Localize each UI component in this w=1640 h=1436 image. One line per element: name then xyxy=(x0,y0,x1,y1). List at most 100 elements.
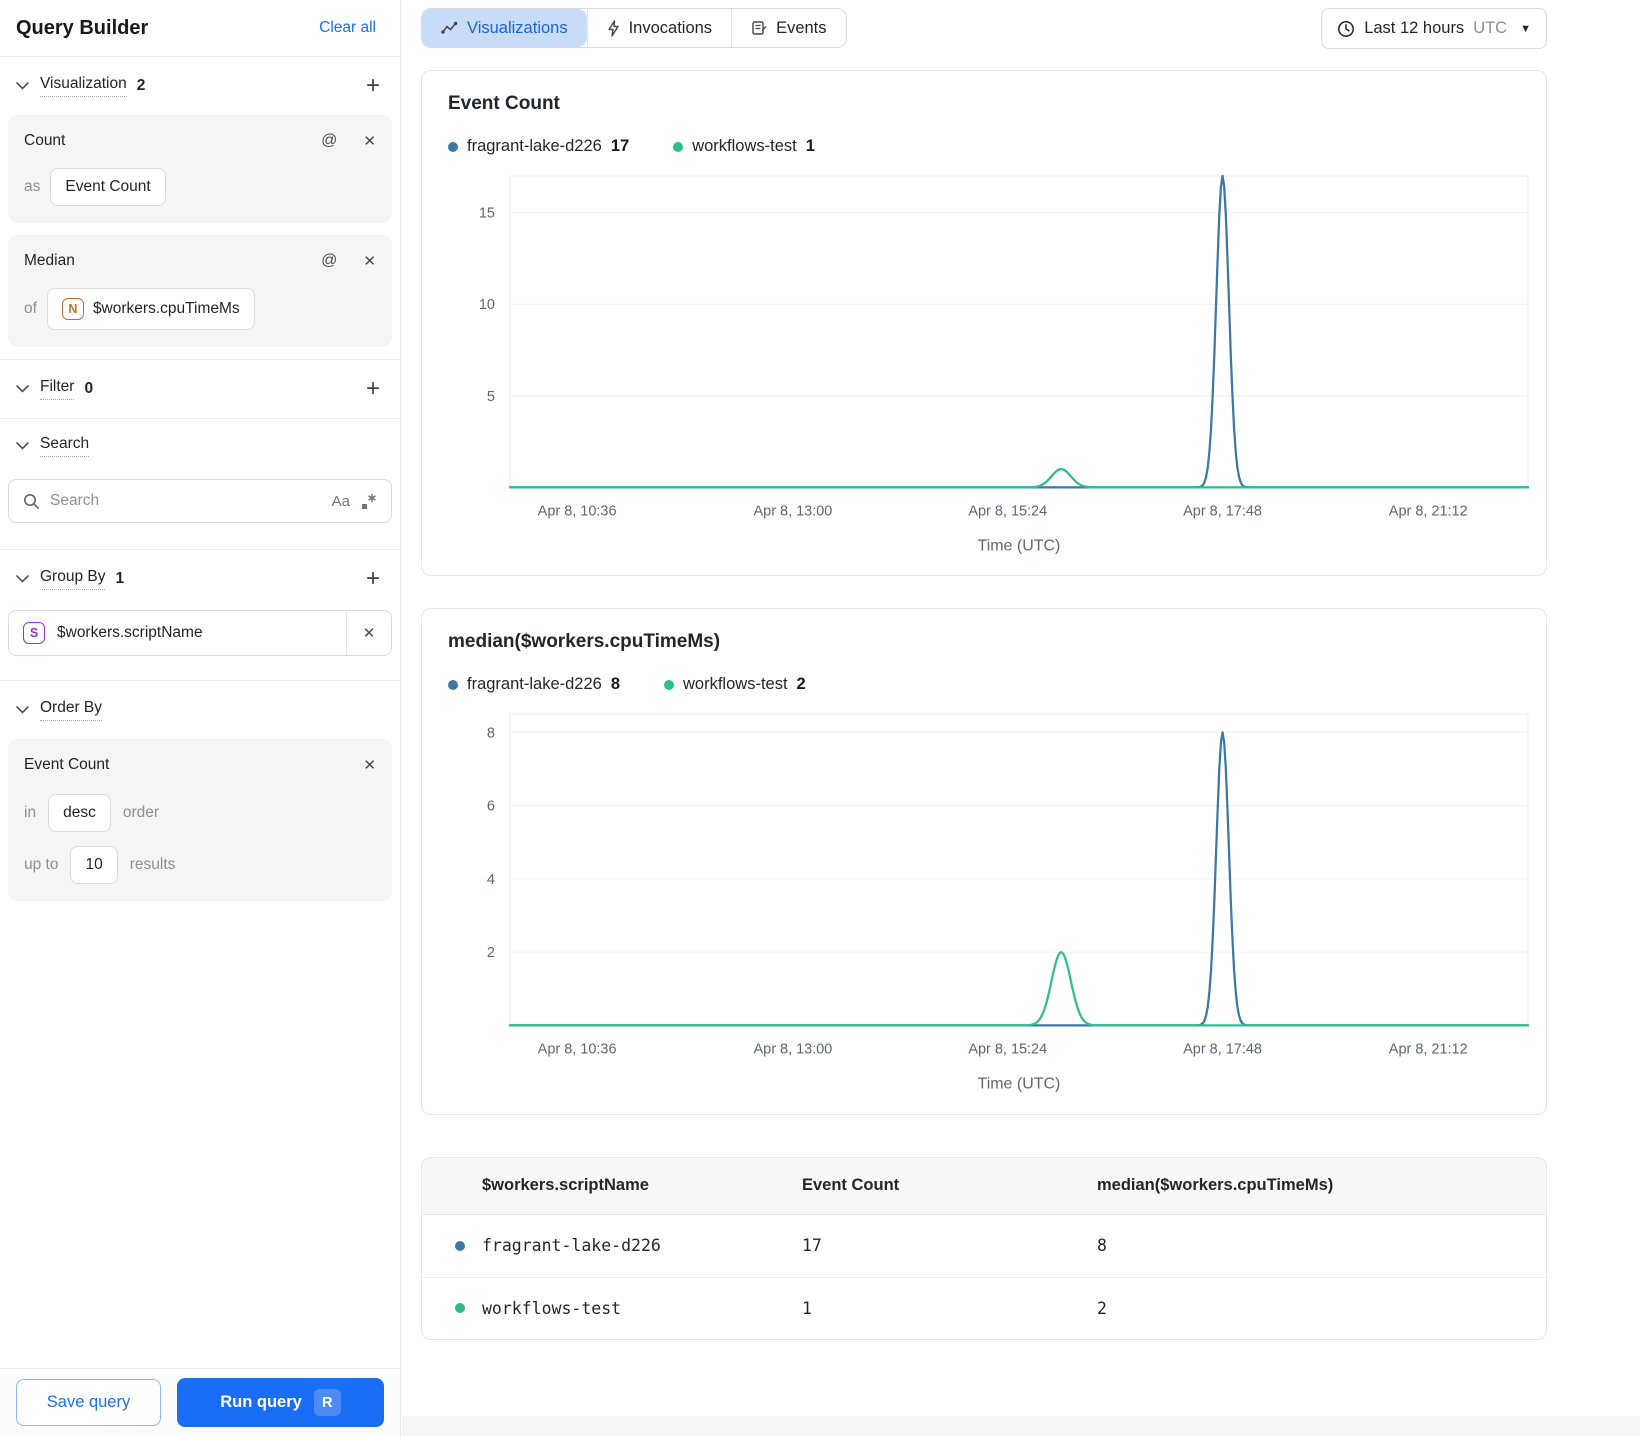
group-by-item[interactable]: S $workers.scriptName ✕ xyxy=(8,610,392,656)
of-label: of xyxy=(24,300,37,317)
alias-icon[interactable]: @ xyxy=(321,253,337,269)
remove-group-by-icon[interactable]: ✕ xyxy=(346,611,391,655)
results-table-body: fragrant-lake-d226 17 8 workflows-test 1 2 xyxy=(422,1215,1546,1339)
sidebar-footer: Save query Run query R xyxy=(0,1368,400,1436)
close-icon[interactable]: ✕ xyxy=(363,254,376,269)
section-order-by: Order By xyxy=(0,681,400,739)
order-by-card: Event Count ✕ in desc order up to 10 res… xyxy=(8,739,392,901)
svg-text:Apr 8, 21:12: Apr 8, 21:12 xyxy=(1389,1042,1468,1058)
svg-text:10: 10 xyxy=(479,297,495,313)
svg-text:Apr 8, 10:36: Apr 8, 10:36 xyxy=(538,503,617,519)
sidebar-header: Query Builder Clear all xyxy=(0,0,400,57)
regex-icon[interactable] xyxy=(360,493,377,510)
table-cell: workflows-test xyxy=(455,1299,802,1318)
as-label: as xyxy=(24,178,41,195)
section-label: Order By xyxy=(40,699,103,721)
page-background-strip xyxy=(402,1416,1640,1436)
svg-text:15: 15 xyxy=(479,206,495,222)
table-cell: 8 xyxy=(1097,1236,1546,1255)
string-type-icon: S xyxy=(23,622,45,644)
time-zone: UTC xyxy=(1473,19,1508,37)
series-dot xyxy=(455,1303,465,1314)
clear-all-button[interactable]: Clear all xyxy=(319,19,376,37)
column-header-script-name[interactable]: $workers.scriptName xyxy=(455,1176,802,1195)
field-select-button[interactable]: N $workers.cpuTimeMs xyxy=(46,288,255,330)
svg-text:Apr 8, 10:36: Apr 8, 10:36 xyxy=(538,1042,617,1058)
alias-icon[interactable]: @ xyxy=(321,133,337,149)
metric-value: 1 xyxy=(802,1298,812,1318)
line-chart[interactable]: 5 10 15 Apr 8, 10:36 Apr 8, 13:00 Apr 8, 15:2… xyxy=(448,164,1530,557)
close-icon[interactable]: ✕ xyxy=(363,134,376,149)
metric-value: 17 xyxy=(802,1236,822,1256)
svg-text:8: 8 xyxy=(487,726,495,742)
svg-text:Apr 8, 15:24: Apr 8, 15:24 xyxy=(968,503,1047,519)
tab-invocations[interactable]: Invocations xyxy=(586,9,732,47)
query-builder-panel: Query Builder Clear all Visualization 2 … xyxy=(0,0,401,1436)
chevron-down-icon[interactable] xyxy=(16,79,30,93)
chevron-down-icon[interactable] xyxy=(16,703,30,717)
alias-value: Event Count xyxy=(65,178,151,195)
column-header-event-count[interactable]: Event Count xyxy=(802,1176,1097,1195)
add-visualization-button[interactable]: + xyxy=(366,74,380,98)
column-header-median-cputime[interactable]: median($workers.cpuTimeMs) xyxy=(1097,1176,1546,1195)
svg-text:Apr 8, 15:24: Apr 8, 15:24 xyxy=(968,1042,1047,1058)
tab-label: Visualizations xyxy=(467,18,568,37)
legend-item[interactable]: workflows-test 1 xyxy=(673,137,815,156)
match-case-icon[interactable]: Aa xyxy=(332,493,350,510)
tab-events[interactable]: Events xyxy=(731,9,846,47)
section-label: Group By xyxy=(40,568,106,590)
section-count: 0 xyxy=(84,380,94,397)
section-label: Visualization xyxy=(40,75,127,97)
section-visualization: Visualization 2 + xyxy=(0,57,400,115)
legend-item[interactable]: workflows-test 2 xyxy=(664,675,806,694)
table-row[interactable]: workflows-test 1 2 xyxy=(422,1276,1546,1339)
legend-value: 2 xyxy=(796,675,806,694)
svg-text:Apr 8, 13:00: Apr 8, 13:00 xyxy=(754,1042,833,1058)
panel-title: Query Builder xyxy=(16,16,149,39)
section-group-by: Group By 1 + xyxy=(0,550,400,608)
close-icon[interactable]: ✕ xyxy=(363,758,376,773)
run-query-label: Run query xyxy=(220,1393,302,1411)
alias-value-button[interactable]: Event Count xyxy=(50,168,166,206)
chart-title: median($workers.cpuTimeMs) xyxy=(448,631,721,653)
group-by-field: $workers.scriptName xyxy=(57,624,203,641)
aggregation-name: Count xyxy=(24,132,66,149)
run-query-button[interactable]: Run query R xyxy=(177,1378,384,1427)
legend-label: workflows-test xyxy=(683,675,788,694)
field-name: $workers.cpuTimeMs xyxy=(92,300,240,317)
chart-title: Event Count xyxy=(448,93,560,114)
time-range-select[interactable]: Last 12 hours UTC ▼ xyxy=(1321,8,1547,49)
in-label: in xyxy=(24,804,37,821)
add-group-by-button[interactable]: + xyxy=(366,567,380,591)
chevron-down-icon[interactable] xyxy=(16,572,30,586)
legend-value: 1 xyxy=(805,137,815,155)
legend-item[interactable]: fragrant-lake-d226 8 xyxy=(448,675,620,694)
clock-icon xyxy=(1337,20,1355,38)
sort-direction-select[interactable]: desc xyxy=(48,794,111,832)
section-count: 2 xyxy=(136,77,146,94)
add-filter-button[interactable]: + xyxy=(366,377,380,401)
legend-value: 8 xyxy=(610,675,621,694)
result-limit-input[interactable]: 10 xyxy=(70,846,118,884)
tab-label: Invocations xyxy=(628,18,713,37)
chevron-down-icon[interactable] xyxy=(16,439,30,453)
visualization-card-count: Count @ ✕ as Event Count xyxy=(8,115,392,223)
svg-text:Apr 8, 17:48: Apr 8, 17:48 xyxy=(1183,503,1262,519)
metric-value: 8 xyxy=(1097,1236,1107,1256)
search-input[interactable] xyxy=(50,492,322,510)
save-query-button[interactable]: Save query xyxy=(16,1379,161,1426)
up-to-label: up to xyxy=(24,856,59,873)
search-icon xyxy=(23,493,40,510)
tab-visualizations[interactable]: Visualizations xyxy=(422,9,587,47)
visualization-card-median: Median @ ✕ of N $workers.cpuTimeMs xyxy=(8,235,392,347)
view-tabs: Visualizations Invocations Events xyxy=(421,8,847,48)
svg-text:Time (UTC): Time (UTC) xyxy=(978,1076,1061,1093)
svg-text:6: 6 xyxy=(487,799,495,815)
legend-label: fragrant-lake-d226 xyxy=(467,675,602,694)
line-chart[interactable]: 2 4 6 8 Apr 8, 10:36 Apr 8, 13:00 Apr 8, 15:24… xyxy=(448,702,1530,1095)
table-row[interactable]: fragrant-lake-d226 17 8 xyxy=(422,1215,1546,1277)
legend-item[interactable]: fragrant-lake-d226 17 xyxy=(448,137,629,156)
table-cell: fragrant-lake-d226 xyxy=(455,1236,802,1255)
table-cell: 17 xyxy=(802,1236,1097,1255)
chevron-down-icon[interactable] xyxy=(16,382,30,396)
